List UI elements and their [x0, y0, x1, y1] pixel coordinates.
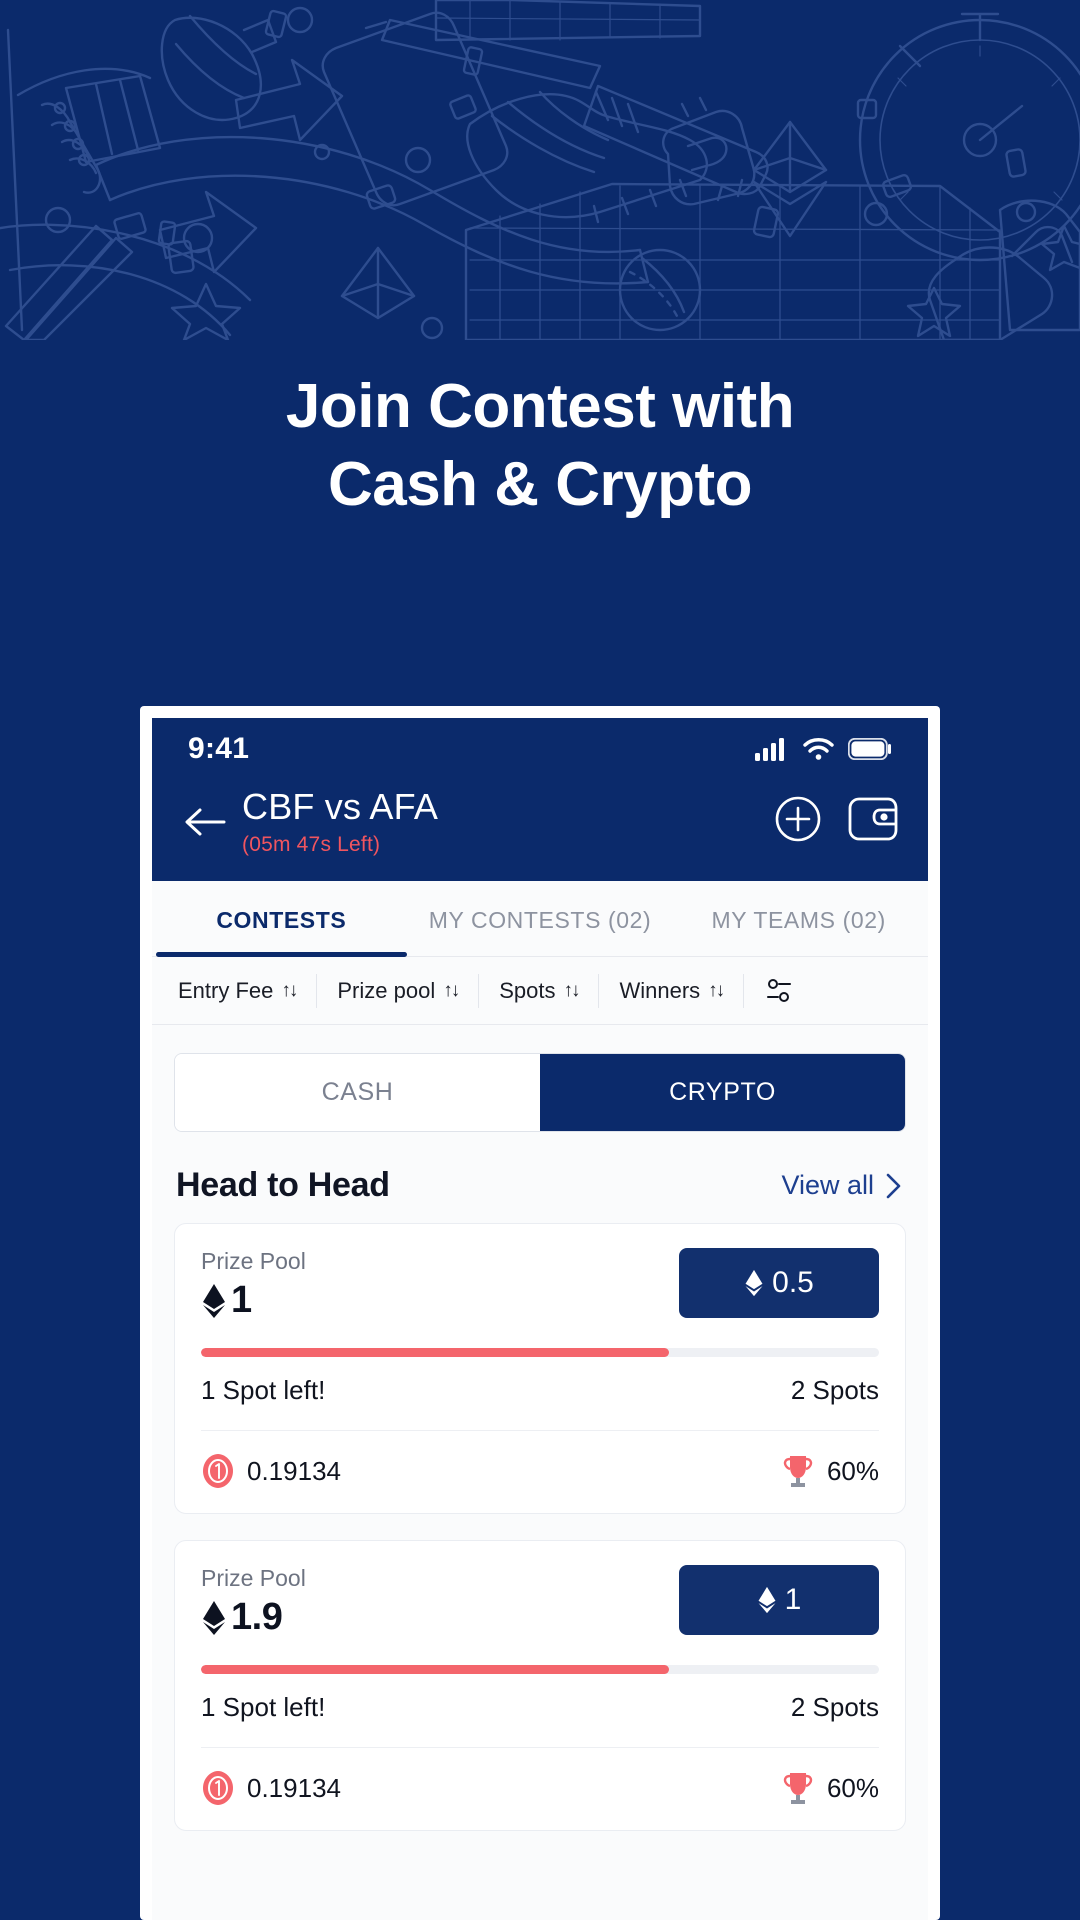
total-spots-label: 2 Spots	[790, 1692, 879, 1723]
spots-progress-fill	[201, 1665, 669, 1675]
back-arrow-icon	[185, 808, 226, 836]
hero-headline: Join Contest with Cash & Crypto	[0, 368, 1080, 524]
coin-one-icon	[203, 1771, 233, 1806]
headline-line-1: Join Contest with	[285, 372, 795, 441]
ethereum-icon	[745, 1270, 763, 1297]
app-bar: CBF vs AFA (05m 47s Left)	[152, 780, 928, 882]
spots-left-label: 1 Spot left!	[201, 1375, 326, 1406]
section-title: Head to Head	[176, 1166, 390, 1205]
filter-sliders-icon	[767, 978, 792, 1002]
chevron-right-icon	[886, 1173, 901, 1199]
section-header: Head to Head View all	[176, 1166, 904, 1205]
segment-cash[interactable]: CASH	[175, 1054, 540, 1132]
ethereum-icon	[203, 1283, 225, 1318]
trophy-icon	[783, 1456, 813, 1488]
contest-card[interactable]: Prize Pool 1 0.5 1 Spot left! 2 Spots 0.…	[174, 1223, 906, 1515]
tab-my-teams[interactable]: MY TEAMS (02)	[669, 881, 928, 956]
status-time: 9:41	[188, 732, 250, 765]
contest-list[interactable]: CASH CRYPTO Head to Head View all Prize …	[152, 1025, 928, 1920]
winners-block: 60%	[781, 1453, 879, 1489]
contest-card-top: Prize Pool 1.9 1	[201, 1565, 879, 1639]
prize-pool-label: Prize Pool	[201, 1248, 306, 1275]
contest-card[interactable]: Prize Pool 1.9 1 1 Spot left! 2 Spots 0.…	[174, 1540, 906, 1832]
sort-prize-pool[interactable]: Prize pool ↑↓	[317, 973, 480, 1008]
prize-pool-value-row: 1.9	[201, 1596, 306, 1639]
card-footer: 0.19134 60%	[201, 1431, 879, 1513]
card-footer: 0.19134 60%	[201, 1748, 879, 1830]
battery-icon	[848, 738, 891, 760]
sort-arrows-icon: ↑↓	[281, 980, 298, 1002]
coin-one-icon	[203, 1454, 233, 1489]
phone-screen: 9:41 CBF vs AFA (05m 47s Left) CONTESTS …	[152, 718, 928, 1920]
add-cash-button[interactable]	[774, 795, 822, 848]
view-all-link[interactable]: View all	[781, 1170, 904, 1201]
match-info: CBF vs AFA (05m 47s Left)	[234, 786, 774, 857]
join-amount: 0.5	[772, 1266, 814, 1300]
prize-pool-value-row: 1	[201, 1279, 306, 1322]
sort-entry-fee[interactable]: Entry Fee ↑↓	[170, 973, 318, 1008]
spots-row: 1 Spot left! 2 Spots	[201, 1375, 879, 1406]
sort-arrows-icon: ↑↓	[708, 980, 725, 1002]
plus-circle-icon	[775, 796, 821, 842]
sort-arrows-icon: ↑↓	[563, 980, 580, 1002]
prize-pool-block: Prize Pool 1	[201, 1248, 306, 1322]
wallet-icon	[848, 797, 898, 841]
join-contest-button[interactable]: 0.5	[679, 1248, 879, 1319]
sort-arrows-icon: ↑↓	[443, 980, 460, 1002]
tab-contests[interactable]: CONTESTS	[152, 881, 411, 958]
winners-percent: 60%	[826, 1455, 879, 1486]
entry-fee-value: 0.19134	[247, 1772, 341, 1803]
total-spots-label: 2 Spots	[790, 1375, 879, 1406]
spots-row: 1 Spot left! 2 Spots	[201, 1692, 879, 1723]
status-bar: 9:41	[152, 718, 928, 780]
spots-progress-bar	[201, 1665, 879, 1675]
spots-progress-bar	[201, 1348, 879, 1358]
trophy-icon	[783, 1773, 813, 1805]
filter-button[interactable]	[744, 974, 800, 1008]
sort-bar: Entry Fee ↑↓ Prize pool ↑↓ Spots ↑↓ Winn…	[152, 957, 928, 1026]
match-timer: (05m 47s Left)	[242, 833, 381, 857]
tab-bar: CONTESTS MY CONTESTS (02) MY TEAMS (02)	[152, 881, 928, 958]
status-icons	[755, 737, 892, 761]
join-contest-button[interactable]: 1	[679, 1565, 879, 1636]
spots-left-label: 1 Spot left!	[201, 1692, 326, 1723]
headline-line-2: Cash & Crypto	[327, 450, 753, 520]
prize-pool-label: Prize Pool	[201, 1565, 306, 1592]
tab-my-contests[interactable]: MY CONTESTS (02)	[411, 881, 670, 956]
entry-fee-block: 0.19134	[201, 1770, 341, 1806]
winners-percent: 60%	[826, 1772, 879, 1803]
match-title: CBF vs AFA	[242, 786, 439, 827]
entry-fee-block: 0.19134	[201, 1453, 341, 1489]
ethereum-icon	[203, 1600, 225, 1635]
winners-block: 60%	[781, 1770, 879, 1806]
sort-winners[interactable]: Winners ↑↓	[599, 973, 745, 1008]
sort-spots[interactable]: Spots ↑↓	[479, 973, 600, 1008]
phone-mockup: 9:41 CBF vs AFA (05m 47s Left) CONTESTS …	[140, 706, 940, 1920]
wallet-button[interactable]	[846, 796, 898, 847]
currency-segment: CASH CRYPTO	[174, 1053, 906, 1133]
sort-entry-fee-label: Entry Fee	[178, 977, 274, 1003]
prize-pool-amount: 1	[231, 1279, 252, 1322]
join-amount: 1	[784, 1583, 802, 1617]
prize-pool-amount: 1.9	[231, 1596, 283, 1639]
sort-winners-label: Winners	[619, 977, 701, 1003]
app-bar-actions	[774, 795, 898, 848]
back-button[interactable]	[176, 806, 234, 838]
sort-spots-label: Spots	[499, 977, 556, 1003]
contest-card-top: Prize Pool 1 0.5	[201, 1248, 879, 1322]
view-all-label: View all	[781, 1170, 874, 1201]
wifi-icon	[803, 738, 834, 760]
segment-crypto[interactable]: CRYPTO	[540, 1054, 905, 1132]
entry-fee-value: 0.19134	[247, 1455, 341, 1486]
prize-pool-block: Prize Pool 1.9	[201, 1565, 306, 1639]
cellular-signal-icon	[755, 738, 784, 761]
hero-doodle-pattern	[0, 0, 1080, 340]
sort-prize-pool-label: Prize pool	[337, 977, 436, 1003]
spots-progress-fill	[201, 1348, 669, 1358]
ethereum-icon	[758, 1587, 776, 1614]
